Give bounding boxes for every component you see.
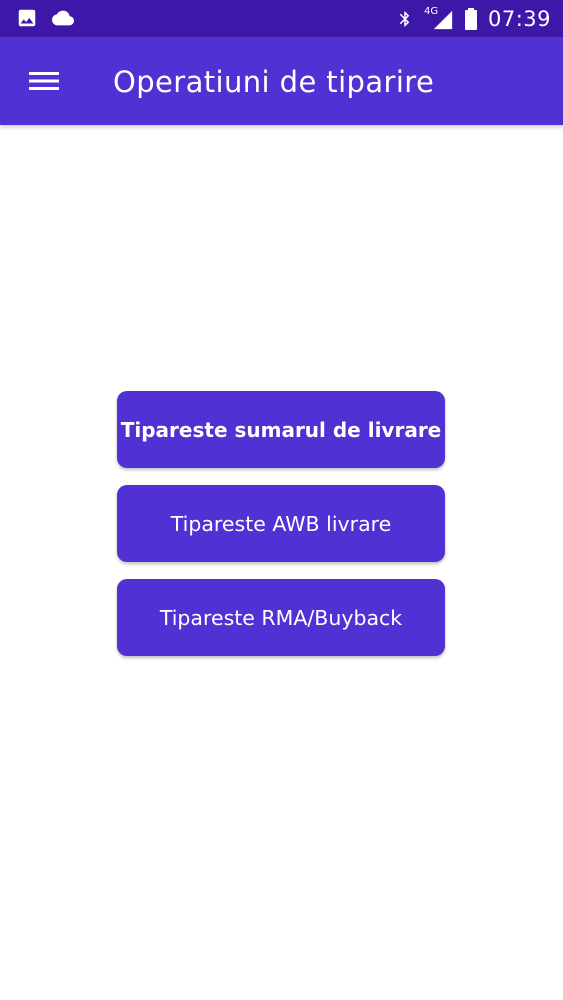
clock: 07:39 [487,6,551,31]
image-icon [16,7,38,29]
page-title: Operatiuni de tiparire [113,65,435,99]
app-bar: Operatiuni de tiparire [0,37,563,125]
print-delivery-summary-button[interactable]: Tipareste sumarul de livrare [117,391,445,468]
status-bar: 4G 07:39 [0,0,563,37]
cloud-icon [50,7,76,29]
menu-icon [28,69,60,93]
print-awb-delivery-label: Tipareste AWB livrare [170,511,392,536]
status-notifications [16,6,76,30]
bluetooth-icon [396,7,414,31]
print-rma-buyback-button[interactable]: Tipareste RMA/Buyback [117,579,445,656]
print-awb-delivery-button[interactable]: Tipareste AWB livrare [117,485,445,562]
print-delivery-summary-label: Tipareste sumarul de livrare [120,417,442,442]
status-system: 4G 07:39 [396,0,551,37]
signal-icon: 4G [424,6,454,31]
menu-button[interactable] [22,59,66,103]
battery-icon [464,7,478,31]
print-rma-buyback-label: Tipareste RMA/Buyback [159,605,403,630]
